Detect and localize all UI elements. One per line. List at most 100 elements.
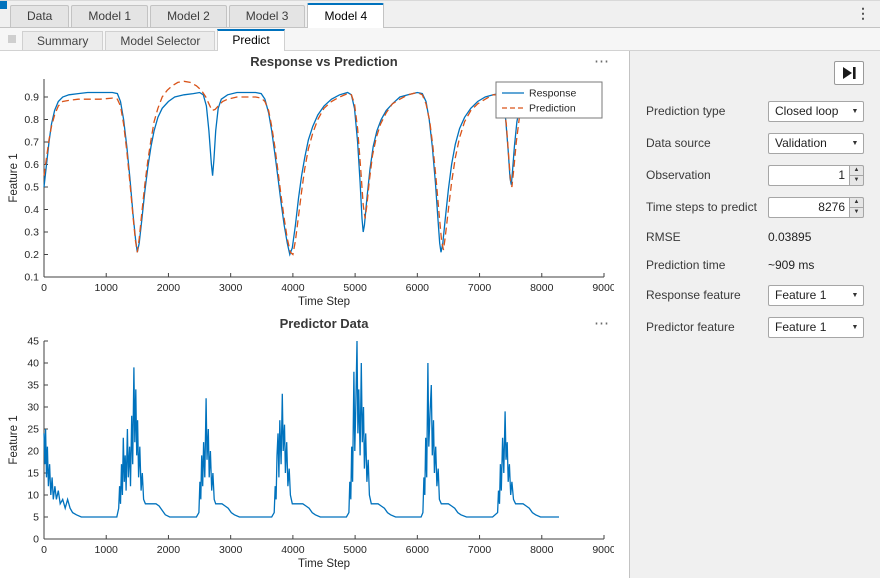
legend[interactable]: Response Prediction [496, 82, 602, 118]
chevron-down-icon: ▼ [847, 140, 863, 147]
response-feature-dropdown[interactable]: Feature 1 ▼ [768, 285, 864, 306]
charts-area: Response vs Prediction ⋯ 010002000300040… [0, 51, 629, 578]
y-tick-label: 10 [27, 490, 39, 502]
prediction-type-dropdown[interactable]: Closed loop ▼ [768, 101, 864, 122]
tab-model-1[interactable]: Model 1 [71, 5, 148, 27]
response-feature-label: Response feature [646, 288, 768, 302]
data-source-value: Validation [769, 136, 847, 150]
rmse-label: RMSE [646, 230, 768, 244]
response-vs-prediction-chart: Response vs Prediction ⋯ 0 1000 2000 3000 40… [6, 53, 614, 309]
dock-icon [8, 35, 16, 43]
prediction-type-label: Prediction type [646, 104, 768, 118]
model-sub-tab-bar: Summary Model Selector Predict [0, 28, 880, 51]
y-tick-label: 45 [27, 336, 39, 348]
y-tick-label: 0.6 [24, 159, 39, 171]
x-tick-label: 9000 [592, 544, 614, 556]
subtab-model-selector[interactable]: Model Selector [105, 31, 215, 50]
time-steps-input[interactable] [768, 197, 849, 218]
response-feature-value: Feature 1 [769, 288, 847, 302]
observation-spinner[interactable]: ▲ ▼ [768, 165, 864, 186]
prediction-time-label: Prediction time [646, 258, 768, 272]
y-tick-label: 0.1 [24, 272, 39, 284]
x-tick-label: 2000 [157, 282, 181, 294]
axes-options-button[interactable]: ⋯ [594, 316, 610, 332]
x-tick-label: 5000 [343, 544, 367, 556]
x-tick-label: 6000 [406, 282, 430, 294]
x-tick-label: 2000 [157, 544, 181, 556]
y-tick-label: 0.5 [24, 182, 39, 194]
legend-label: Response [529, 88, 576, 100]
response-vs-prediction-plot: 01000200030004000500060007000800090000.1… [6, 71, 614, 309]
chevron-down-icon: ▼ [847, 324, 863, 331]
x-tick-label: 9000 [592, 282, 614, 294]
prediction-type-value: Closed loop [769, 104, 847, 118]
x-tick-label: 8000 [530, 544, 554, 556]
x-tick-label: 3000 [219, 282, 243, 294]
x-tick-label: 3000 [219, 544, 243, 556]
predict-options-panel: Prediction type Closed loop ▼ Data sourc… [629, 51, 880, 578]
observation-label: Observation [646, 168, 768, 182]
document-tab-bar: Data Model 1 Model 2 Model 3 Model 4 ⋮ [0, 1, 880, 28]
tab-data[interactable]: Data [10, 5, 69, 27]
tab-model-2[interactable]: Model 2 [150, 5, 227, 27]
predictor-feature-value: Feature 1 [769, 320, 847, 334]
response-line [44, 93, 559, 255]
run-prediction-button[interactable] [834, 61, 864, 85]
y-tick-label: 40 [27, 358, 39, 370]
observation-input[interactable] [768, 165, 849, 186]
spinner-buttons: ▲ ▼ [849, 165, 864, 186]
y-tick-label: 30 [27, 402, 39, 414]
prediction-time-row: Prediction time ~909 ms [646, 251, 864, 279]
chart-title-response-vs-prediction: Response vs Prediction [6, 53, 614, 71]
spinner-up-icon[interactable]: ▲ [849, 197, 864, 207]
y-tick-label: 15 [27, 468, 39, 480]
x-tick-label: 4000 [281, 282, 305, 294]
observation-row: Observation ▲ ▼ [646, 159, 864, 191]
x-tick-label: 7000 [468, 544, 492, 556]
x-tick-label: 4000 [281, 544, 305, 556]
y-tick-label: 5 [33, 512, 39, 524]
x-tick-label: 5000 [343, 282, 367, 294]
legend-label: Prediction [529, 103, 576, 115]
subtab-summary[interactable]: Summary [22, 31, 103, 50]
y-axis-label: Feature 1 [8, 415, 20, 464]
subtab-predict[interactable]: Predict [217, 29, 284, 51]
rmse-value: 0.03895 [768, 230, 864, 244]
app-window: Data Model 1 Model 2 Model 3 Model 4 ⋮ S… [0, 0, 880, 578]
data-source-label: Data source [646, 136, 768, 150]
x-tick-label: 0 [41, 282, 47, 294]
predictor-feature-dropdown[interactable]: Feature 1 ▼ [768, 317, 864, 338]
y-tick-label: 0.2 [24, 249, 39, 261]
axes-options-button[interactable]: ⋯ [594, 54, 610, 70]
time-steps-label: Time steps to predict [646, 200, 768, 214]
y-tick-label: 0.9 [24, 92, 39, 104]
x-tick-label: 1000 [95, 544, 119, 556]
predictor-feature-label: Predictor feature [646, 320, 768, 334]
y-tick-label: 35 [27, 380, 39, 392]
x-tick-label: 1000 [95, 282, 119, 294]
data-source-row: Data source Validation ▼ [646, 127, 864, 159]
time-steps-spinner[interactable]: ▲ ▼ [768, 197, 864, 218]
x-tick-label: 0 [41, 544, 47, 556]
y-tick-label: 0 [33, 534, 39, 546]
data-source-dropdown[interactable]: Validation ▼ [768, 133, 864, 154]
prediction-type-row: Prediction type Closed loop ▼ [646, 95, 864, 127]
x-axis-label: Time Step [298, 558, 350, 570]
predictor-line [44, 341, 559, 517]
spinner-down-icon[interactable]: ▼ [849, 207, 864, 218]
spinner-buttons: ▲ ▼ [849, 197, 864, 218]
tab-model-4[interactable]: Model 4 [307, 3, 384, 28]
window-menu-button[interactable]: ⋮ [856, 5, 870, 22]
spinner-up-icon[interactable]: ▲ [849, 165, 864, 175]
x-tick-label: 6000 [406, 544, 430, 556]
predictor-data-plot: 0 1000 2000 3000 4000 5000 6000 7000 8000 9000 0 5 1… [6, 333, 614, 571]
run-row [646, 57, 864, 95]
rmse-row: RMSE 0.03895 [646, 223, 864, 251]
spinner-down-icon[interactable]: ▼ [849, 175, 864, 186]
y-tick-label: 0.8 [24, 114, 39, 126]
time-steps-row: Time steps to predict ▲ ▼ [646, 191, 864, 223]
predictor-feature-row: Predictor feature Feature 1 ▼ [646, 311, 864, 343]
predictor-data-chart: Predictor Data ⋯ 01000200030004000500060… [6, 315, 614, 571]
tab-model-3[interactable]: Model 3 [229, 5, 306, 27]
y-tick-label: 20 [27, 446, 39, 458]
